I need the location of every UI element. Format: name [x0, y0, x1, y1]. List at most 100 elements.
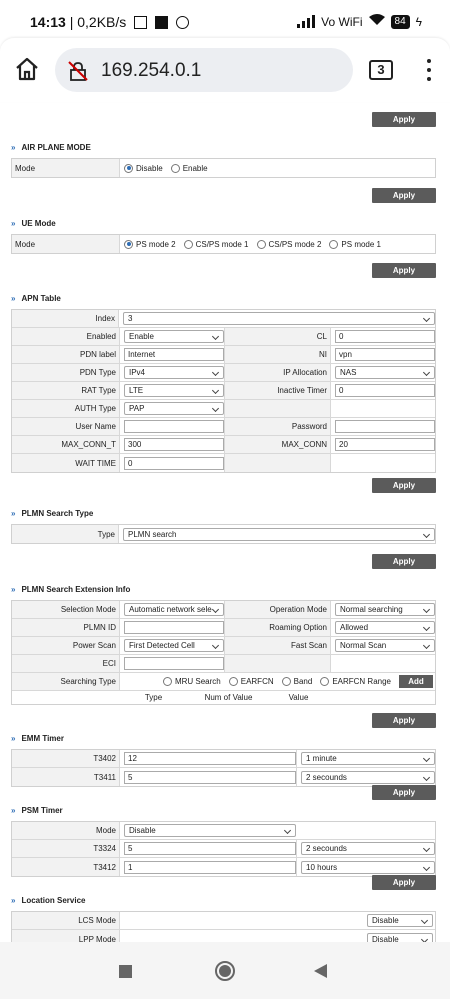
- enabled-select[interactable]: Enable: [124, 330, 224, 343]
- battery-icon: 84: [390, 14, 410, 29]
- radio-dot[interactable]: [170, 163, 180, 173]
- roaming-option-label: Roaming Option: [225, 619, 331, 636]
- plmn-type-label: Type: [12, 525, 119, 543]
- password-label: Password: [225, 418, 331, 435]
- operation-mode-label: Operation Mode: [225, 601, 331, 618]
- back-icon[interactable]: [314, 964, 327, 978]
- home-nav-icon[interactable]: [215, 961, 235, 981]
- t3412-unit-select[interactable]: 10 hours: [301, 860, 435, 874]
- radio-disable[interactable]: Disable: [124, 163, 163, 173]
- roaming-option-select[interactable]: Allowed: [335, 621, 435, 634]
- psm-mode-select[interactable]: Disable: [124, 824, 296, 837]
- plmn-type-select[interactable]: PLMN search: [123, 527, 435, 541]
- apply-button[interactable]: Apply: [372, 713, 436, 728]
- url-text: 169.254.0.1: [101, 60, 202, 81]
- radio-enable[interactable]: Enable: [170, 163, 208, 173]
- t3411-input[interactable]: 5: [124, 770, 296, 784]
- radio-band[interactable]: Band: [281, 677, 312, 686]
- apply-button[interactable]: Apply: [372, 263, 436, 278]
- plmn-ext-table: Selection Mode Automatic network sele Op…: [11, 600, 436, 705]
- fast-scan-label: Fast Scan: [225, 637, 331, 654]
- apply-button[interactable]: Apply: [372, 785, 436, 800]
- eci-label: ECI: [12, 655, 120, 672]
- section-title-emm: EMM Timer: [11, 734, 64, 743]
- system-nav-bar: [0, 942, 450, 999]
- clock: 14:13: [30, 14, 66, 30]
- auth-type-select[interactable]: PAP: [124, 402, 224, 415]
- ni-input[interactable]: vpn: [335, 348, 435, 361]
- max-conn-t-input[interactable]: 300: [124, 438, 224, 451]
- apply-button[interactable]: Apply: [372, 188, 436, 203]
- radio-cs-ps-mode-1[interactable]: CS/PS mode 1: [183, 239, 249, 249]
- index-label: Index: [12, 310, 119, 327]
- ue-mode-table: Mode PS mode 2 CS/PS mode 1 CS/PS mode 2…: [11, 234, 436, 254]
- t3402-unit-select[interactable]: 1 minute: [301, 752, 435, 765]
- max-conn-input[interactable]: 20: [335, 438, 435, 451]
- section-title-plmn-type: PLMN Search Type: [11, 509, 93, 518]
- wait-time-label: WAIT TIME: [12, 454, 120, 472]
- t3411-unit-select[interactable]: 2 secounds: [301, 770, 435, 784]
- plmn-id-label: PLMN ID: [12, 619, 120, 636]
- searching-type-label: Searching Type: [12, 673, 120, 690]
- pdn-type-label: PDN Type: [12, 364, 120, 381]
- radio-ps-mode-2[interactable]: PS mode 2: [124, 239, 176, 249]
- t3324-input[interactable]: 5: [124, 842, 296, 855]
- eci-input[interactable]: [124, 657, 224, 670]
- fast-scan-select[interactable]: Normal Scan: [335, 639, 435, 652]
- ue-mode-options: PS mode 2 CS/PS mode 1 CS/PS mode 2 PS m…: [120, 235, 435, 253]
- max-conn-label: MAX_CONN: [225, 436, 331, 453]
- pdn-label-input[interactable]: Internet: [124, 348, 224, 361]
- radio-mru-search[interactable]: MRU Search: [162, 677, 221, 686]
- user-name-input[interactable]: [124, 420, 224, 433]
- t3324-unit-select[interactable]: 2 secounds: [301, 842, 435, 855]
- apply-button[interactable]: Apply: [372, 554, 436, 569]
- upload-icon: [134, 16, 148, 29]
- radio-cs-ps-mode-2[interactable]: CS/PS mode 2: [256, 239, 321, 249]
- section-title-airplane: AIR PLANE MODE: [11, 143, 90, 152]
- plmn-id-input[interactable]: [124, 621, 224, 634]
- emm-table: T3402 12 1 minute T3411 5 2 secounds: [11, 749, 436, 787]
- wait-time-input[interactable]: 0: [124, 456, 224, 470]
- enabled-label: Enabled: [12, 328, 120, 345]
- overflow-menu-icon[interactable]: [425, 56, 433, 84]
- ip-allocation-select[interactable]: NAS: [335, 366, 435, 379]
- recents-icon[interactable]: [119, 965, 132, 978]
- ni-label: NI: [225, 346, 331, 363]
- lpp-mode-select[interactable]: Disable: [367, 932, 433, 942]
- selection-mode-label: Selection Mode: [12, 601, 120, 618]
- rat-type-label: RAT Type: [12, 382, 120, 399]
- t3412-input[interactable]: 1: [124, 860, 296, 874]
- rat-type-select[interactable]: LTE: [124, 384, 224, 397]
- insecure-lock-icon[interactable]: [67, 60, 89, 82]
- address-bar[interactable]: 169.254.0.1: [55, 48, 353, 92]
- radio-dot-selected[interactable]: [124, 163, 133, 173]
- user-name-label: User Name: [12, 418, 120, 435]
- cl-label: CL: [225, 328, 331, 345]
- radio-earfcn-range[interactable]: EARFCN Range: [320, 677, 391, 686]
- radio-ps-mode-1[interactable]: PS mode 1: [329, 239, 381, 249]
- home-icon[interactable]: [14, 56, 40, 82]
- selection-mode-select[interactable]: Automatic network sele: [124, 603, 224, 616]
- power-scan-select[interactable]: First Detected Cell: [124, 639, 224, 652]
- psm-mode-label: Mode: [12, 822, 120, 839]
- searching-type-options: MRU Search EARFCN Band EARFCN Range Add: [120, 673, 435, 690]
- inactive-timer-input[interactable]: 0: [335, 384, 435, 397]
- t3402-input[interactable]: 12: [124, 752, 296, 765]
- apply-button[interactable]: Apply: [372, 875, 436, 890]
- apn-table: Index 3 Enabled Enable CL 0 PDN label In…: [11, 309, 436, 473]
- cl-input[interactable]: 0: [335, 330, 435, 343]
- status-time: 14:13 | 0,2KB/s: [30, 14, 189, 30]
- pdn-type-select[interactable]: IPv4: [124, 366, 224, 379]
- password-input[interactable]: [335, 420, 435, 433]
- add-button[interactable]: Add: [399, 675, 433, 688]
- tab-count-button[interactable]: 3: [369, 60, 393, 80]
- apply-button[interactable]: Apply: [372, 112, 436, 127]
- radio-earfcn[interactable]: EARFCN: [228, 677, 274, 686]
- section-title-psm: PSM Timer: [11, 806, 62, 815]
- operation-mode-select[interactable]: Normal searching: [335, 603, 435, 616]
- index-select[interactable]: 3: [123, 312, 435, 325]
- apply-button[interactable]: Apply: [372, 478, 436, 493]
- t3411-label: T3411: [12, 768, 120, 786]
- status-right: Vo WiFi 84 ϟ: [297, 14, 422, 29]
- lcs-mode-select[interactable]: Disable: [367, 914, 433, 927]
